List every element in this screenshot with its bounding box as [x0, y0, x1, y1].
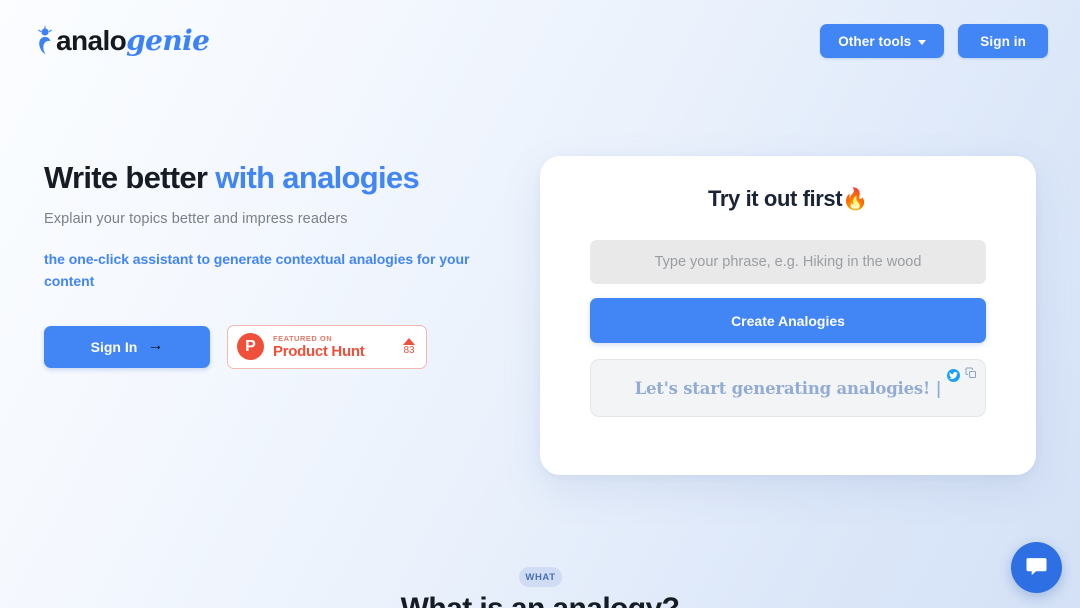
product-hunt-featured-label: FEATURED ON — [273, 333, 333, 343]
phrase-input[interactable] — [590, 240, 986, 284]
product-hunt-texts: FEATURED ON Product Hunt — [273, 335, 394, 360]
upvote-triangle-icon — [403, 337, 415, 345]
other-tools-label: Other tools — [838, 33, 912, 49]
analogy-output-box: Let's start generating analogies! | — [590, 359, 986, 417]
hero-title-accent: with analogies — [215, 160, 419, 195]
site-header: analogenie Other tools Sign in — [0, 0, 1080, 82]
product-hunt-icon: P — [237, 333, 264, 361]
page-title: Write better with analogies — [44, 160, 514, 197]
sign-in-hero-label: Sign In — [90, 338, 138, 355]
create-analogies-button[interactable]: Create Analogies — [590, 298, 986, 343]
sign-in-button-hero[interactable]: Sign In → — [44, 325, 210, 368]
hero-cta-row: Sign In → P FEATURED ON Product Hunt 83 — [44, 324, 514, 369]
logo-wordmark: analogenie — [56, 24, 210, 57]
hero-tagline: the one-click assistant to generate cont… — [44, 250, 470, 290]
product-hunt-badge[interactable]: P FEATURED ON Product Hunt 83 — [227, 324, 427, 369]
logo-text-blue: genie — [126, 24, 210, 57]
output-actions — [947, 366, 977, 384]
fire-emoji-icon: 🔥 — [842, 188, 868, 211]
demo-card-title: Try it out first🔥 — [590, 186, 986, 212]
product-hunt-upvotes: 83 — [403, 337, 415, 356]
chat-widget-button[interactable] — [1011, 542, 1062, 593]
analogy-output-text: Let's start generating analogies! | — [634, 378, 942, 398]
logo[interactable]: analogenie — [36, 24, 210, 57]
hero-subtitle: Explain your topics better and impress r… — [44, 210, 348, 227]
copy-icon[interactable] — [965, 366, 977, 384]
chat-bubble-icon — [1024, 554, 1049, 582]
chevron-down-icon — [918, 39, 927, 45]
product-hunt-name: Product Hunt — [273, 343, 365, 361]
sign-in-button-header[interactable]: Sign in — [958, 24, 1048, 58]
hero-title-lead: Write better — [44, 160, 216, 195]
section-badge-what: WHAT — [519, 567, 562, 587]
other-tools-button[interactable]: Other tools — [820, 24, 945, 58]
header-actions: Other tools Sign in — [820, 24, 1048, 58]
demo-title-text: Try it out first — [708, 186, 843, 211]
logo-text-dark: analo — [56, 25, 127, 56]
genie-icon — [36, 26, 56, 56]
hero-section: Write better with analogies Explain your… — [44, 160, 514, 369]
product-hunt-upvote-count: 83 — [403, 344, 415, 356]
try-it-out-card: Try it out first🔥 Create Analogies Let's… — [540, 156, 1036, 475]
arrow-right-icon: → — [147, 336, 164, 354]
twitter-icon[interactable] — [947, 368, 960, 382]
section-heading: What is an analogy? — [0, 592, 1080, 608]
